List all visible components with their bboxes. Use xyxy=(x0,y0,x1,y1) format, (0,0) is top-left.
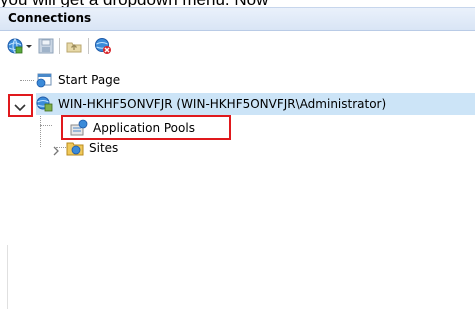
toolbar-separator xyxy=(88,38,89,54)
tree-item-label: WIN-HKHF5ONVFJR (WIN-HKHF5ONVFJR\Adminis… xyxy=(58,97,387,111)
tree-item-label: Sites xyxy=(89,141,119,155)
panel-title: Connections xyxy=(8,11,92,25)
connect-globe-icon[interactable] xyxy=(6,37,24,55)
connections-tree: Start Page WIN-HKHF5ONVFJR (WIN-HKHF5ONV… xyxy=(0,66,475,309)
connections-toolbar xyxy=(0,31,475,61)
sites-folder-icon xyxy=(66,139,86,157)
up-level-icon[interactable] xyxy=(65,37,83,55)
connections-header: Connections xyxy=(0,7,475,31)
server-icon xyxy=(36,95,56,113)
tree-connector xyxy=(40,125,52,126)
tree-item-sites[interactable]: Sites xyxy=(66,137,118,159)
chevron-down-icon[interactable] xyxy=(13,99,27,118)
disconnect-icon[interactable] xyxy=(94,37,112,55)
tree-item-label: Start Page xyxy=(58,73,121,87)
tree-item-start-page[interactable]: Start Page xyxy=(36,69,120,91)
save-icon[interactable] xyxy=(37,37,55,55)
tree-connector xyxy=(20,80,34,81)
toolbar-separator xyxy=(59,38,60,54)
dropdown-arrow-icon[interactable] xyxy=(25,37,33,55)
tree-connector xyxy=(40,113,41,147)
chevron-right-icon[interactable] xyxy=(51,142,61,161)
start-page-icon xyxy=(36,71,56,89)
panel-border xyxy=(7,245,8,309)
tree-item-server[interactable]: WIN-HKHF5ONVFJR (WIN-HKHF5ONVFJR\Adminis… xyxy=(36,93,475,115)
